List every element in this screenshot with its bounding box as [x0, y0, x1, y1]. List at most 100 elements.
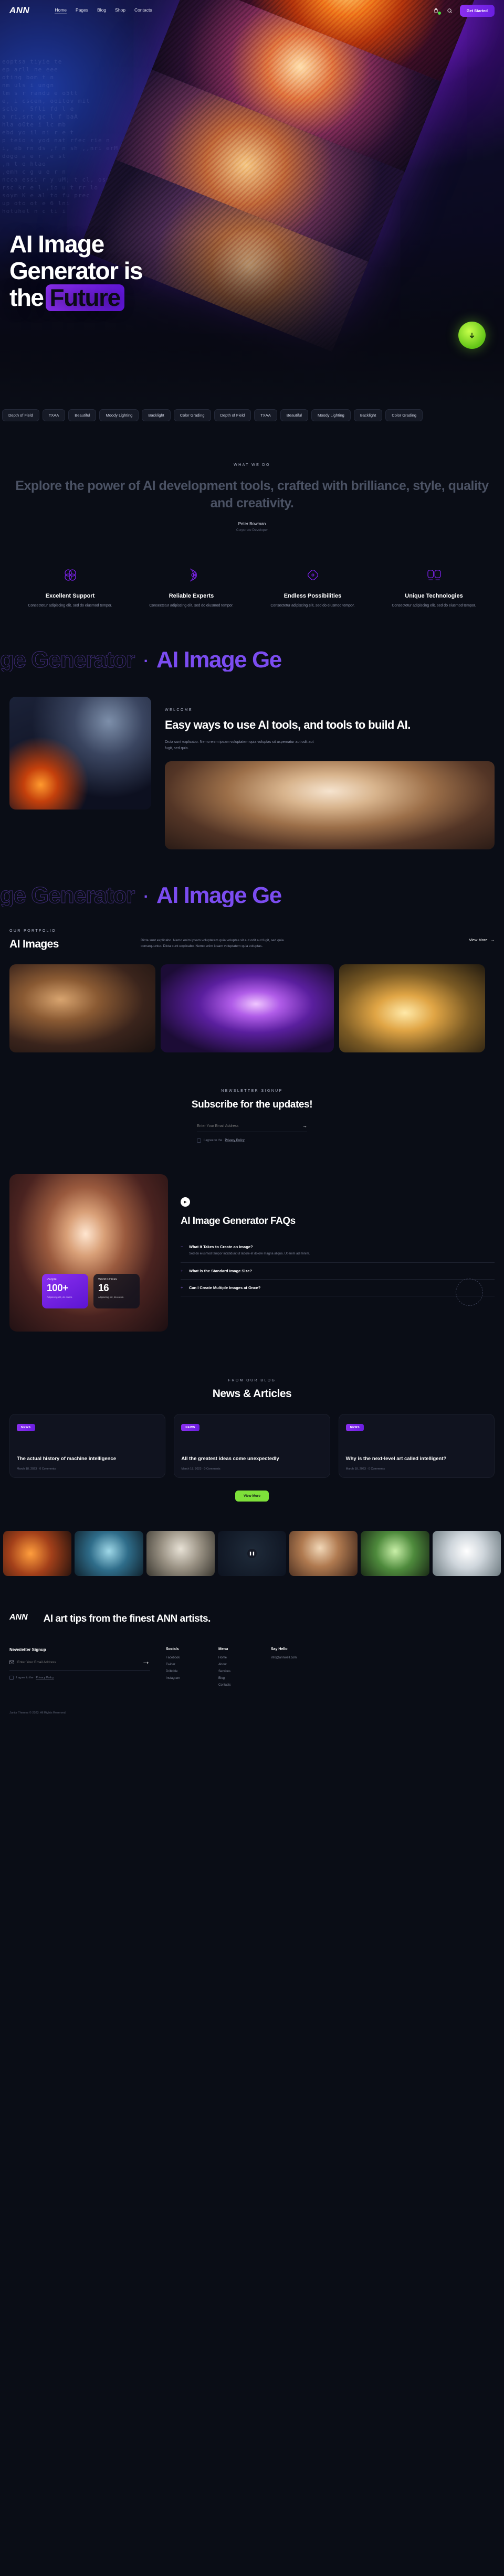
news-card-title: The actual history of machine intelligen…	[17, 1456, 116, 1462]
strip-image[interactable]: ❚❚	[217, 1531, 287, 1576]
footer-agree-label: I agree to the	[16, 1676, 34, 1679]
hero-title-line3: the	[9, 284, 44, 311]
nav-item-home[interactable]: Home	[55, 7, 67, 14]
nav-item-blog[interactable]: Blog	[97, 7, 106, 14]
agree-label: I agree to the	[204, 1139, 223, 1142]
tag-chip[interactable]: Color Grading	[385, 409, 423, 421]
play-icon[interactable]: ▶	[181, 1197, 190, 1207]
footer-logo[interactable]: ANN	[9, 1613, 28, 1625]
footer-link-services[interactable]: Services	[218, 1670, 257, 1673]
main-navigation: Home Pages Blog Shop Contacts	[55, 7, 152, 14]
marquee-dot: ·	[140, 888, 152, 906]
marquee-dot: ·	[140, 652, 152, 670]
footer-privacy-policy-link[interactable]: Privacy Policy	[36, 1676, 54, 1679]
faq-answer: Sed do eiusmod tempor incididunt ut labo…	[189, 1252, 310, 1255]
strip-image[interactable]	[361, 1531, 429, 1576]
footer-link-contacts[interactable]: Contacts	[218, 1684, 257, 1687]
footer-link-columns: Socials Facebook Twitter Dribbble Instag…	[166, 1647, 495, 1690]
tag-chip[interactable]: Moody Lighting	[311, 409, 351, 421]
footer-link-facebook[interactable]: Facebook	[166, 1656, 205, 1659]
welcome-title: Easy ways to use AI tools, and tools to …	[165, 718, 411, 731]
footer-middle: Newsletter Signup → I agree to the Priva…	[9, 1647, 495, 1690]
marquee-outline-text: ge Generator	[0, 884, 135, 907]
tag-chip[interactable]: Backlight	[353, 409, 383, 421]
faq-item[interactable]: − What It Takes to Create an Image? Sed …	[181, 1239, 495, 1263]
faq-item[interactable]: + What is the Standard Image Size?	[181, 1263, 495, 1280]
strip-image[interactable]	[75, 1531, 143, 1576]
strip-image[interactable]	[432, 1531, 501, 1576]
tag-chip[interactable]: Beautiful	[280, 409, 308, 421]
footer-link-twitter[interactable]: Twitter	[166, 1663, 205, 1666]
nav-item-shop[interactable]: Shop	[115, 7, 125, 14]
newsletter-section: NEWSLETTER SIGNUP Subscribe for the upda…	[0, 1089, 504, 1143]
gallery-image[interactable]	[9, 964, 155, 1052]
strip-image[interactable]	[146, 1531, 215, 1576]
feature-text: Consectetur adipiscing elit, sed do eius…	[392, 604, 476, 608]
faq-question: Can I Create Multiple Images at Once?	[189, 1285, 261, 1290]
portfolio-heading-block: OUR PORTFOLIO AI Images	[9, 929, 141, 951]
footer-link-home[interactable]: Home	[218, 1656, 257, 1659]
arrow-right-icon[interactable]: →	[142, 1657, 150, 1667]
newsletter-email-input[interactable]	[197, 1124, 302, 1128]
marquee-solid-text: AI Image Ge	[156, 884, 282, 907]
newsletter-title: Subscribe for the updates!	[191, 1099, 313, 1110]
footer-link-instagram[interactable]: Instagram	[166, 1677, 205, 1680]
tag-chip[interactable]: TXAA	[254, 409, 277, 421]
footer-link-about[interactable]: About	[218, 1663, 257, 1666]
footer-link-dribbble[interactable]: Dribbble	[166, 1670, 205, 1673]
footer-column-heading: Socials	[166, 1647, 179, 1651]
get-started-button[interactable]: Get Started	[459, 4, 495, 17]
feature-item-excellent-support: Excellent Support Consectetur adipiscing…	[9, 565, 131, 609]
nav-item-pages[interactable]: Pages	[76, 7, 88, 14]
dual-shapes-icon	[381, 565, 487, 586]
footer-newsletter-title: Newsletter Signup	[9, 1647, 46, 1652]
news-card-list: NEWS The actual history of machine intel…	[9, 1414, 495, 1478]
news-view-more-button[interactable]: View More	[235, 1491, 269, 1502]
news-card[interactable]: NEWS The actual history of machine intel…	[9, 1414, 166, 1478]
footer-link-email[interactable]: info@annwell.com	[271, 1656, 310, 1659]
strip-image[interactable]	[3, 1531, 72, 1576]
what-we-do-section: WHAT WE DO Explore the power of AI devel…	[0, 427, 504, 609]
stat-value: 16	[98, 1283, 109, 1294]
portfolio-view-more-link[interactable]: View More →	[469, 929, 495, 942]
news-eyebrow: FROM OUR BLOG	[228, 1379, 276, 1382]
strip-image[interactable]	[289, 1531, 358, 1576]
tag-chip[interactable]: TXAA	[42, 409, 66, 421]
shopping-bag-icon[interactable]	[433, 7, 441, 15]
faq-question: What is the Standard Image Size?	[189, 1269, 253, 1273]
footer-link-blog[interactable]: Blog	[218, 1677, 257, 1680]
privacy-checkbox[interactable]	[197, 1138, 201, 1143]
scroll-down-badge[interactable]	[458, 322, 486, 349]
tag-chip[interactable]: Color Grading	[173, 409, 211, 421]
tag-chip[interactable]: Backlight	[142, 409, 171, 421]
gallery-image[interactable]	[339, 964, 485, 1052]
tag-chip[interactable]: Depth of Field	[214, 409, 251, 421]
footer-headline-block: AI art tips from the finest ANN artists.	[44, 1613, 495, 1625]
news-card[interactable]: NEWS All the greatest ideas come unexpec…	[174, 1414, 330, 1478]
footer-copyright: Junior Themes © 2023. All Rights Reserve…	[9, 1711, 67, 1715]
four-circles-icon	[17, 565, 123, 586]
feature-title: Unique Technologies	[405, 593, 463, 599]
tag-chip[interactable]: Moody Lighting	[99, 409, 139, 421]
privacy-policy-link[interactable]: Privacy Policy	[225, 1139, 244, 1142]
plus-icon: +	[181, 1269, 183, 1273]
what-we-do-quote: Explore the power of AI development tool…	[15, 478, 489, 510]
tag-chip[interactable]: Depth of Field	[2, 409, 39, 421]
logo[interactable]: ANN	[9, 5, 29, 16]
portfolio-gallery	[0, 964, 504, 1052]
faq-item[interactable]: + Can I Create Multiple Images at Once?	[181, 1280, 495, 1296]
gallery-image[interactable]	[161, 964, 334, 1052]
tag-chip[interactable]: Beautiful	[68, 409, 97, 421]
nav-item-contacts[interactable]: Contacts	[134, 7, 152, 14]
arrow-right-icon[interactable]: →	[302, 1123, 307, 1129]
arrow-down-icon	[469, 333, 475, 338]
feature-text: Consectetur adipiscing elit, sed do eius…	[149, 604, 234, 608]
news-card[interactable]: NEWS Why is the next-level art called in…	[338, 1414, 495, 1478]
footer-privacy-checkbox[interactable]	[9, 1676, 14, 1680]
news-card-meta: March 18, 2023 · 0 Comments	[17, 1467, 56, 1471]
search-icon[interactable]	[446, 7, 454, 14]
news-card-meta: March 18, 2023 · 0 Comments	[345, 1467, 385, 1471]
stat-value: 100+	[47, 1283, 68, 1294]
footer-email-input[interactable]	[17, 1660, 139, 1664]
pause-icon[interactable]: ❚❚	[247, 1549, 257, 1558]
